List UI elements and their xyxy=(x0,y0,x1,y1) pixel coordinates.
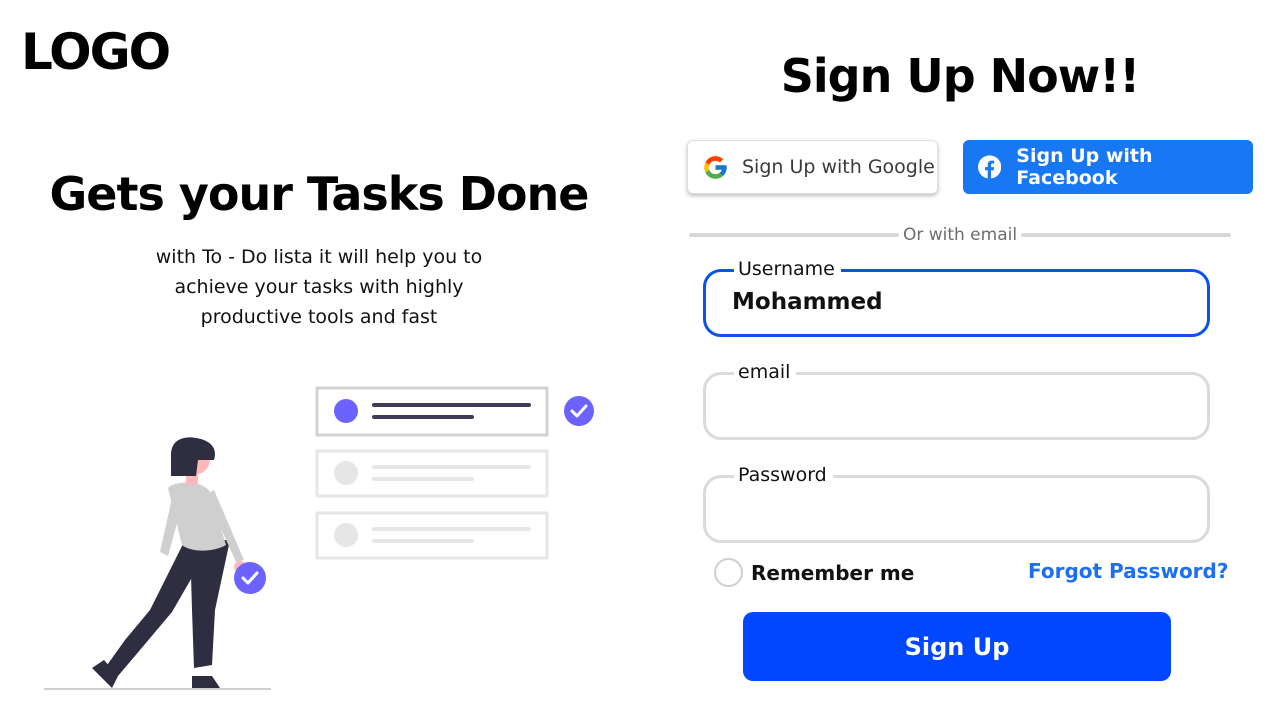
logo: LOGO xyxy=(21,23,171,81)
google-icon xyxy=(704,155,727,179)
hero-subtitle-line: with To - Do lista it will help you to xyxy=(155,246,483,268)
facebook-signup-label: Sign Up with Facebook xyxy=(1016,145,1153,189)
hero-subtitle-line: productive tools and fast xyxy=(200,306,438,328)
person-figure xyxy=(92,437,246,688)
hero-subtitle: with To - Do lista it will help you to a… xyxy=(119,242,519,332)
google-signup-label: Sign Up with Google xyxy=(742,156,935,178)
email-field[interactable]: email xyxy=(703,358,1210,440)
task-card xyxy=(315,449,549,498)
task-illustration xyxy=(44,386,594,690)
divider-line xyxy=(1021,233,1232,237)
form-title: Sign Up Now!! xyxy=(780,49,1140,103)
check-icon xyxy=(234,562,266,594)
or-divider: Or with email xyxy=(689,224,1232,246)
remember-me-radio[interactable] xyxy=(714,558,743,587)
sign-up-button[interactable]: Sign Up xyxy=(743,612,1171,681)
divider-text: Or with email xyxy=(902,225,1018,245)
username-value: Mohammed xyxy=(732,289,883,315)
password-label: Password xyxy=(734,461,833,489)
hero-subtitle-line: achieve your tasks with highly xyxy=(174,276,464,298)
facebook-signup-button[interactable]: Sign Up with Facebook xyxy=(963,140,1253,194)
username-label: Username xyxy=(734,255,841,283)
remember-me[interactable]: Remember me xyxy=(714,558,914,587)
check-icon xyxy=(564,396,594,426)
divider-line xyxy=(689,233,899,237)
facebook-icon xyxy=(978,155,1002,179)
hero-title: Gets your Tasks Done xyxy=(49,167,590,221)
password-field[interactable]: Password xyxy=(703,461,1210,543)
task-card-active xyxy=(315,386,549,437)
task-card xyxy=(315,511,549,560)
forgot-password-link[interactable]: Forgot Password? xyxy=(1028,559,1228,583)
google-signup-button[interactable]: Sign Up with Google xyxy=(687,140,938,194)
username-field[interactable]: Username Mohammed xyxy=(703,255,1210,337)
email-label: email xyxy=(734,358,797,386)
remember-me-label: Remember me xyxy=(751,560,915,585)
